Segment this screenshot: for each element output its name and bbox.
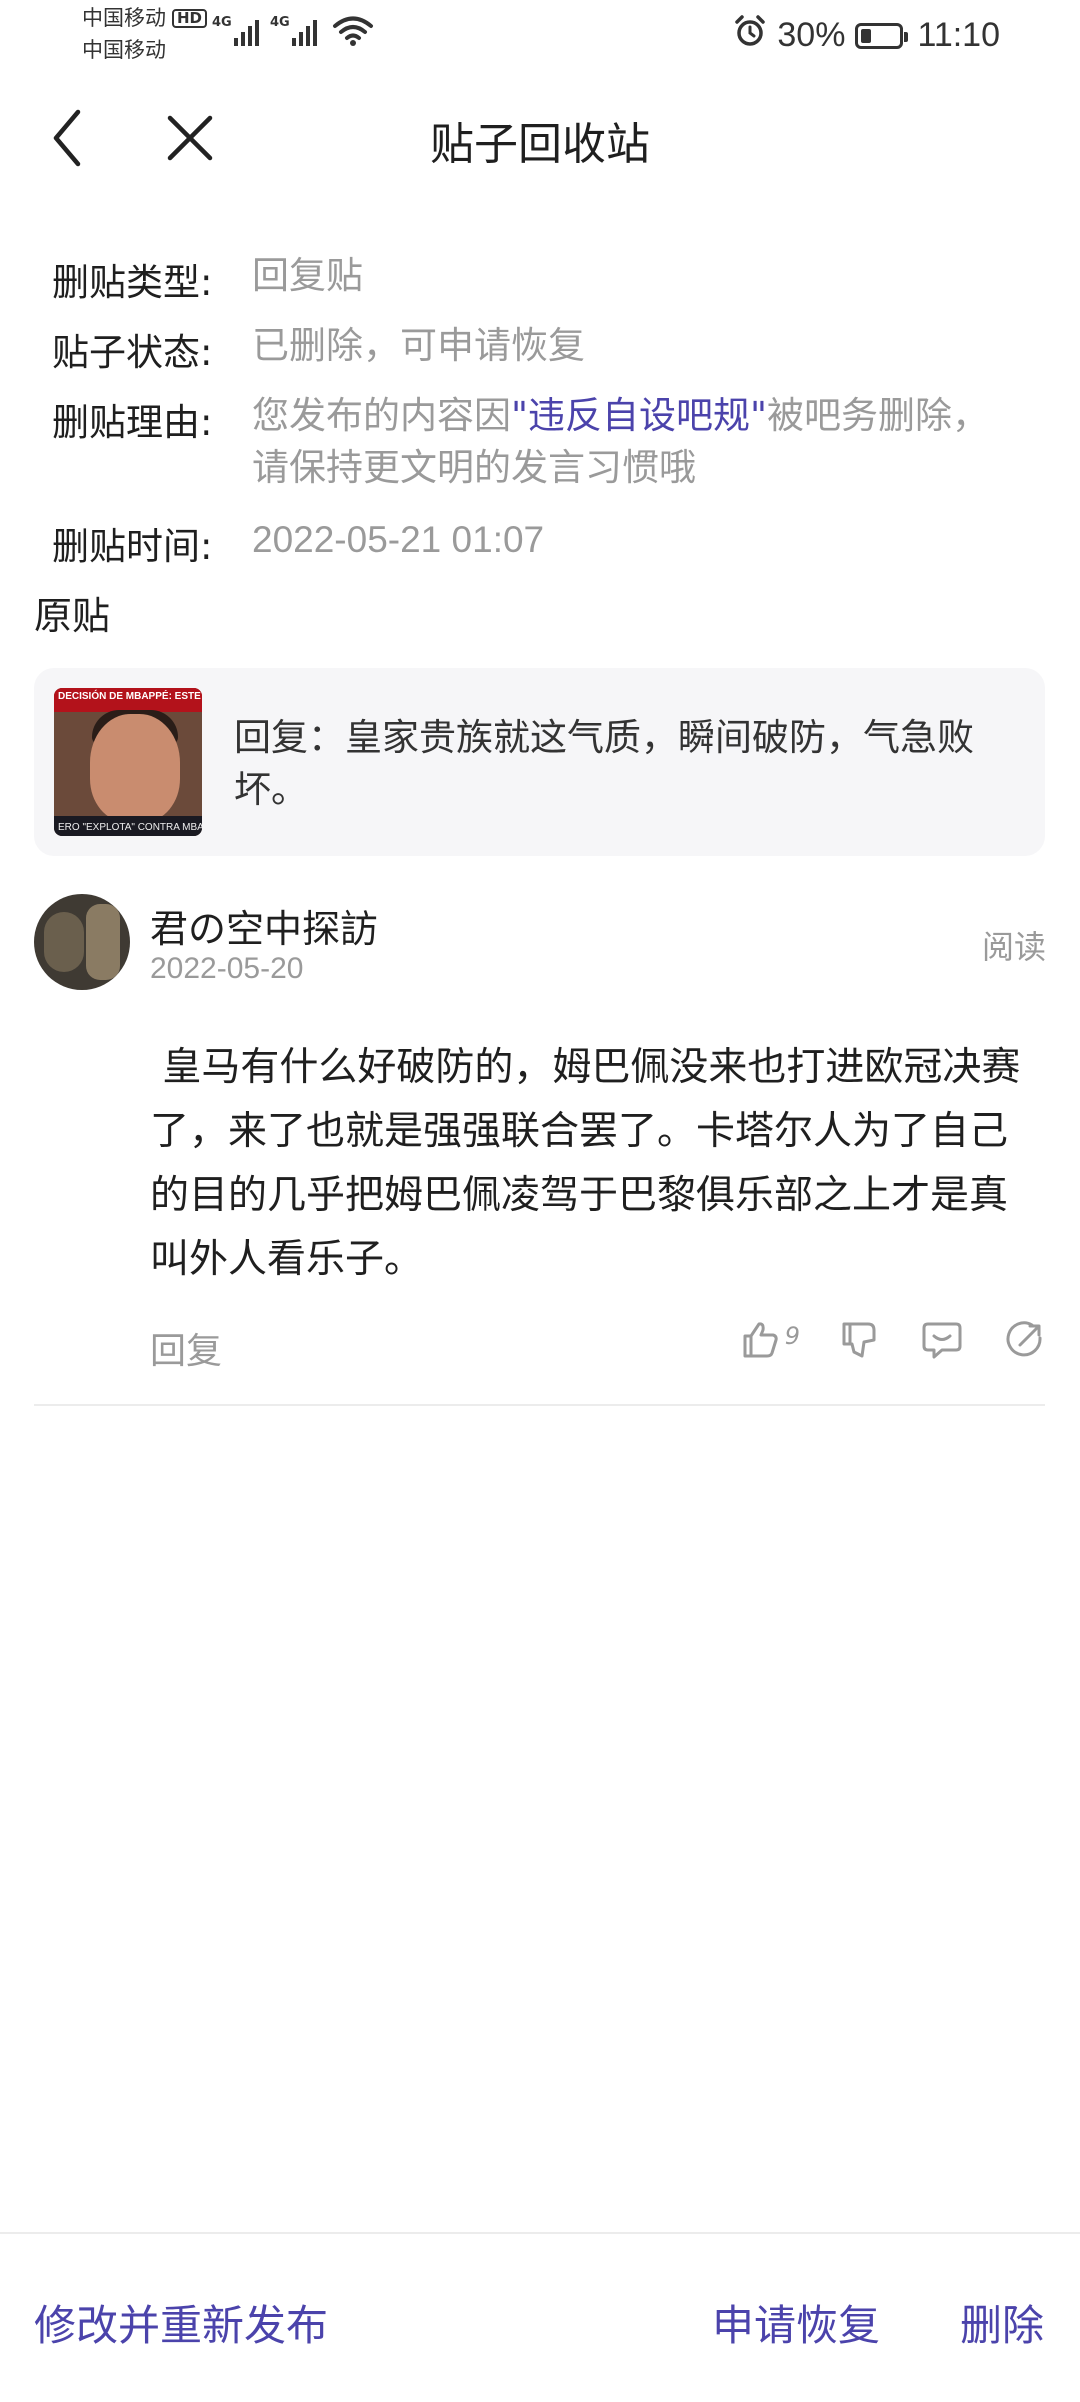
comment-button[interactable] (920, 1318, 964, 1362)
original-post-title: 原贴 (34, 594, 111, 638)
post-actions: 9 (701, 1318, 1046, 1362)
clock: 11:10 (917, 16, 1000, 54)
comment-icon (922, 1322, 962, 1359)
quoted-reply-text: 回复：皇家贵族就这气质，瞬间破防，气急败坏。 (234, 716, 974, 811)
reason-prefix: 您发布的内容因 (252, 394, 511, 437)
reply-button[interactable]: 回复 (150, 1322, 222, 1374)
edit-republish-button[interactable]: 修改并重新发布 (34, 2292, 328, 2353)
wifi-icon (332, 14, 374, 52)
share-icon (1006, 1321, 1042, 1357)
svg-text:4G: 4G (270, 15, 290, 30)
delete-reason-value: 您发布的内容因"违反自设吧规"被吧务删除， 请保持更文明的发言习惯哦 (252, 390, 1042, 494)
svg-text:4G: 4G (212, 15, 232, 30)
like-button[interactable]: 9 (739, 1318, 800, 1362)
delete-button[interactable]: 删除 (960, 2292, 1044, 2353)
carrier-label-2: 中国移动 (82, 38, 166, 62)
post-body: 皇马有什么好破防的，姆巴佩没来也打进欧冠决赛了，来了也就是强强联合罢了。卡塔尔人… (150, 1045, 1021, 1282)
post-thumbnail: DECISIÓN DE MBAPPÉ: ESTE FIN ERO "EXPLOT… (54, 688, 202, 836)
signal-icon: 4G (270, 12, 326, 56)
battery-icon (855, 22, 909, 49)
delete-time-label: 删贴时间: (52, 525, 213, 568)
reason-line2: 请保持更文明的发言习惯哦 (252, 446, 696, 489)
like-count: 9 (784, 1322, 800, 1350)
quoted-post-card[interactable]: DECISIÓN DE MBAPPÉ: ESTE FIN ERO "EXPLOT… (34, 668, 1045, 856)
thumbnail-caption-bottom: ERO "EXPLOTA" CONTRA MBA (58, 822, 202, 833)
read-button[interactable]: 阅读 (982, 922, 1046, 968)
signal-icon: 4G (212, 12, 268, 56)
request-restore-button[interactable]: 申请恢复 (712, 2292, 880, 2353)
delete-reason-label: 删贴理由: (52, 401, 213, 444)
avatar[interactable] (34, 894, 130, 990)
post-date: 2022-05-20 (150, 952, 304, 985)
delete-type-label: 删贴类型: (52, 261, 213, 304)
delete-time-value: 2022-05-21 01:07 (252, 519, 545, 560)
divider (34, 1404, 1045, 1406)
carrier-label-1: 中国移动 HD (82, 8, 208, 29)
reason-suffix: 被吧务删除， (767, 394, 990, 437)
delete-type-value: 回复贴 (252, 254, 363, 297)
page-title: 贴子回收站 (430, 119, 650, 170)
thumbnail-caption-top: DECISIÓN DE MBAPPÉ: ESTE FIN (58, 691, 202, 702)
like-icon (743, 1322, 778, 1358)
post-status-label: 贴子状态: (52, 331, 213, 374)
alarm-icon (733, 14, 767, 57)
rule-link[interactable]: "违反自设吧规" (511, 394, 767, 437)
battery-percent: 30% (777, 16, 846, 54)
dislike-icon (842, 1322, 876, 1358)
dislike-button[interactable] (838, 1318, 882, 1362)
share-button[interactable] (1002, 1318, 1046, 1362)
username[interactable]: 君の空中探訪 (150, 898, 378, 953)
status-right: 30% 11:10 (733, 14, 1000, 57)
hd-badge: HD (172, 9, 208, 28)
post-status-value: 已删除，可申请恢复 (252, 324, 585, 367)
